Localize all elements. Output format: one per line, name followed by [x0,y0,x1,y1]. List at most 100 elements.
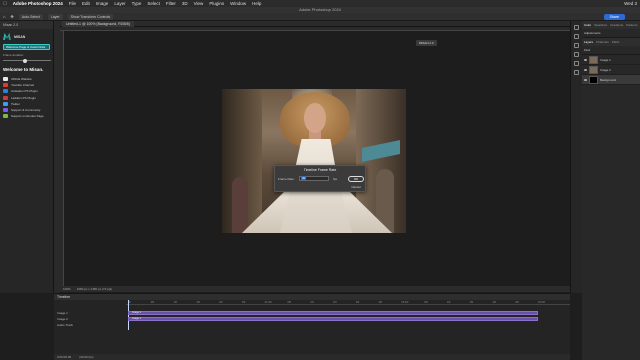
right-panel: Color Swatches Gradients Patterns Adjust… [582,21,640,360]
plugin-logo: MISAN [3,33,50,40]
ladders-icon [3,95,8,100]
layer-dropdown[interactable]: Layer [47,13,63,20]
home-icon[interactable]: ⌂ [3,14,5,19]
apple-icon[interactable]:  [3,1,7,7]
discord-icon [3,107,8,112]
options-bar: ⌂ ✥ Auto-Select Layer Show Transform Con… [0,13,640,21]
link-label: Youtube Channel [11,83,34,88]
slider-knob[interactable] [23,58,27,63]
layer-row[interactable]: Background [582,75,640,85]
properties-icon[interactable] [574,34,579,39]
tab-swatches[interactable]: Swatches [594,23,607,27]
show-transform-controls[interactable]: Show Transform Controls [67,13,114,20]
plugin-badge[interactable]: MISAN 2.0 [416,40,437,46]
timeline-tick: 10f [310,301,314,304]
paragraph-icon[interactable] [574,61,579,66]
menu-view[interactable]: View [194,1,204,6]
timeline-tick: 05f [150,301,155,304]
mac-menubar:  Adobe Photoshop 2024 File Edit Image L… [0,0,640,7]
right-icon-strip [570,21,582,293]
menu-edit[interactable]: Edit [82,1,90,6]
link-twitter[interactable]: Twitter [3,101,50,106]
frame-duration-slider[interactable] [3,58,51,63]
timeline-tick: 20f [219,301,223,304]
menu-type[interactable]: Type [132,1,142,6]
playhead[interactable] [128,300,129,330]
timeline-tick: 05f [424,301,428,304]
timeline-clip[interactable]: Image 2 [128,311,538,315]
frame-rate-value[interactable]: 30 [301,176,307,180]
ok-button[interactable]: OK [348,175,364,182]
timeline-tick: 10f [173,301,178,304]
status-bar: 100% 1080 px x 1350 px (72 ppi) [60,286,570,292]
timeline-tick: 15f [469,301,474,304]
track-label: Image 1 [57,311,68,315]
link-label: Ladders PS Plugin [11,95,36,100]
link-envato[interactable]: Support on Envato Page [3,114,50,119]
menu-filter[interactable]: Filter [166,1,176,6]
tab-gradients[interactable]: Gradients [610,23,623,27]
timeline-tick: 25f [378,301,383,304]
brush-settings-icon[interactable] [574,43,579,48]
menu-help[interactable]: Help [252,1,261,6]
menu-3d[interactable]: 3D [182,1,188,6]
plugin-panel-header: Misan 2.0 [0,21,53,29]
app-menu-name[interactable]: Adobe Photoshop 2024 [13,1,63,6]
layer-thumbnail [589,55,598,64]
adjustments-panel[interactable]: Adjustments [582,29,640,38]
eye-icon[interactable] [584,58,587,61]
link-youtube[interactable]: Youtube Channel [3,83,50,88]
zoom-level[interactable]: 100% [63,287,71,291]
timeline-tick: 03:00f [538,301,545,304]
plugin-page-select[interactable]: Welcome Page & Useful links [3,44,50,50]
move-tool-icon[interactable]: ✥ [10,14,13,19]
link-artstation[interactable]: Artstation PS Plugin [3,89,50,94]
layer-filter[interactable]: Kind [582,46,640,55]
document-info[interactable]: 1080 px x 1350 px (72 ppi) [77,287,113,291]
timeline-clip[interactable]: Image 1 [128,317,538,321]
dialog-title: Timeline Frame Rate [303,168,337,172]
character-icon[interactable] [574,52,579,57]
libraries-icon[interactable] [574,70,579,75]
frame-rate-input[interactable]: 30 [299,176,329,181]
layer-name: Image 2 [600,67,611,72]
link-official-website[interactable]: Official Website [3,77,50,81]
useful-links: Official Website Youtube Channel Artstat… [0,77,53,119]
menu-select[interactable]: Select [147,1,160,6]
tab-color[interactable]: Color [584,23,591,27]
menu-image[interactable]: Image [96,1,109,6]
menu-layer[interactable]: Layer [114,1,125,6]
eye-icon[interactable] [584,68,587,71]
tab-channels[interactable]: Channels [596,40,609,44]
layer-row[interactable]: Image 2 [582,65,640,75]
canvas-image[interactable] [222,89,406,233]
timeline-tick: 15f [333,301,337,304]
link-support-community[interactable]: Support & Community [3,107,50,112]
timeline-tick: 10f [446,301,451,304]
cancel-button[interactable]: Cancel [348,184,364,190]
frame-rate-unit[interactable]: fps [333,177,337,181]
menu-file[interactable]: File [69,1,76,6]
menu-plugins[interactable]: Plugins [209,1,224,6]
tab-patterns[interactable]: Patterns [626,23,637,27]
layer-row[interactable]: Image 1 [582,55,640,65]
timeline-tick: 20f [355,301,360,304]
photo-background-person [232,177,248,233]
timeline-tick: 02:00f [401,301,409,304]
timeline-ruler[interactable]: 00 05f 10f 15f 20f 25f 01:00f 05f 10f 15f 20f 25f 02… [126,300,570,305]
auto-select-toggle[interactable]: Auto-Select [18,13,43,20]
tab-layers[interactable]: Layers [584,40,593,44]
link-label: Artstation PS Plugin [11,89,38,94]
misan-logo-icon [3,33,11,40]
share-button[interactable]: Share [603,13,625,20]
artstation-icon [3,89,8,94]
link-label: Official Website [11,77,32,81]
timeline-tick: 15f [196,301,200,304]
eye-icon[interactable] [584,78,587,81]
history-icon[interactable] [574,25,579,30]
menu-window[interactable]: Window [230,1,246,6]
link-ladders[interactable]: Ladders PS Plugin [3,95,50,100]
tab-paths[interactable]: Paths [612,40,620,44]
plugin-name: MISAN [14,34,26,39]
color-panel-tabs: Color Swatches Gradients Patterns [582,21,640,29]
